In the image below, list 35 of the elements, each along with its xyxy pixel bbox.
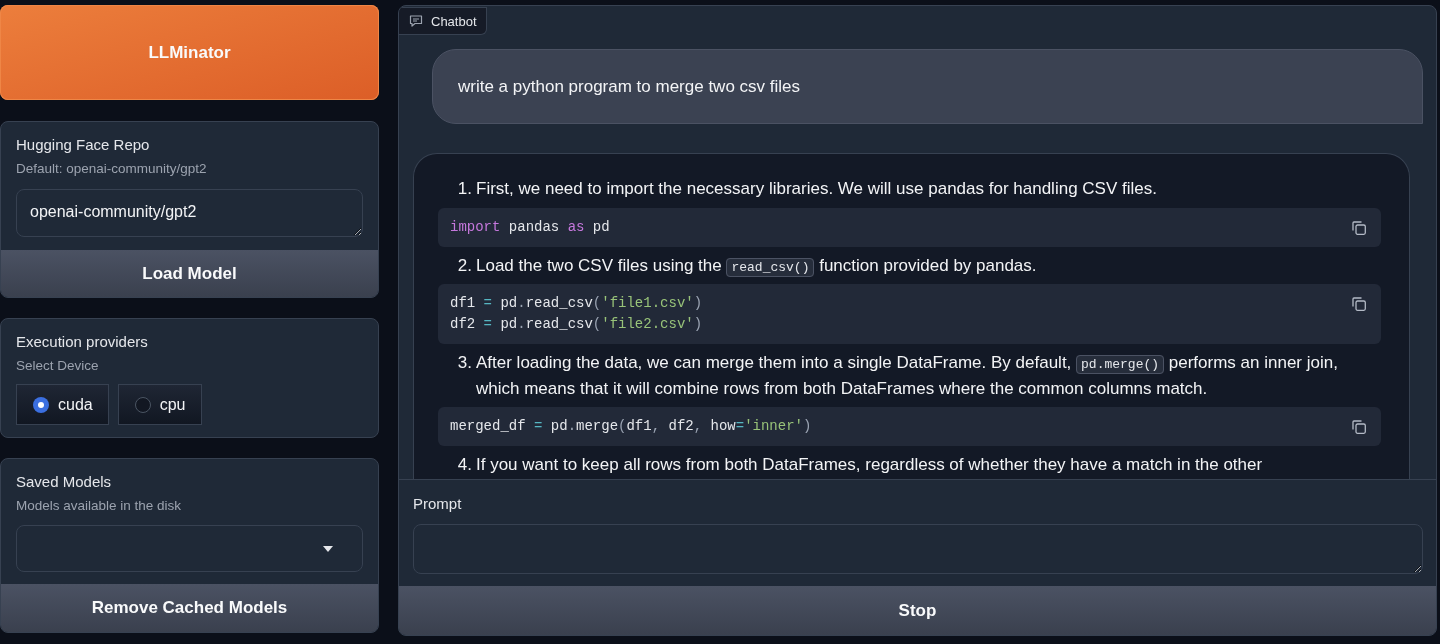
chatbot-title: Chatbot — [431, 13, 477, 29]
copy-icon[interactable] — [1352, 420, 1366, 434]
copy-icon[interactable] — [1352, 297, 1366, 311]
chat-icon — [409, 15, 423, 27]
code-line: import pandas as pd — [450, 217, 610, 237]
stop-button[interactable]: Stop — [399, 586, 1436, 635]
answer-text: If you want to keep all rows from both DataFrames, regardless of whether they have a match in the other — [476, 454, 1264, 476]
answer-text: Load the two CSV files using the read_csv() function provided by pandas. — [476, 254, 1038, 278]
radio-option[interactable]: cuda — [16, 384, 109, 425]
repo-input[interactable]: openai-community/gpt2 — [16, 189, 363, 237]
list-number: 4. — [457, 454, 472, 476]
code-line: df1 = pd.read_csv('file1.csv') — [450, 294, 703, 313]
prompt-input[interactable] — [413, 524, 1423, 574]
code-line: df2 = pd.read_csv('file2.csv') — [450, 315, 703, 334]
load-model-button[interactable]: Load Model — [1, 250, 378, 297]
list-number: 3. — [457, 352, 472, 374]
list-number: 2. — [457, 254, 472, 277]
code-line: merged_df = pd.merge(df1, df2, how='inner') — [450, 417, 812, 436]
copy-icon[interactable] — [1352, 220, 1366, 235]
field-label: Hugging Face Repo — [16, 135, 150, 155]
field-hint: Default: openai-community/gpt2 — [16, 160, 207, 177]
list-number: 1. — [457, 178, 472, 200]
user-message: write a python program to merge two csv files — [432, 49, 1423, 124]
answer-text: After loading the data, we can merge them into a single DataFrame. By default, pd.merge() performs an inner join, which means that it will combine rows from both DataFrames where the common columns match. — [476, 352, 1339, 400]
radio-icon[interactable] — [134, 396, 151, 413]
radio-icon[interactable] — [33, 396, 49, 413]
field-label: Prompt — [413, 494, 462, 514]
answer-text: First, we need to import the necessary libraries. We will use pandas for handling CSV files. — [476, 178, 1158, 200]
field-hint: Select Device — [16, 357, 99, 374]
field-hint: Models available in the disk — [16, 497, 182, 514]
caret-icon — [323, 545, 333, 552]
field-label: Execution providers — [16, 332, 148, 352]
remove-models-button[interactable]: Remove Cached Models — [1, 584, 378, 632]
field-label: Saved Models — [16, 472, 112, 492]
radio-option[interactable]: cpu — [117, 384, 202, 425]
